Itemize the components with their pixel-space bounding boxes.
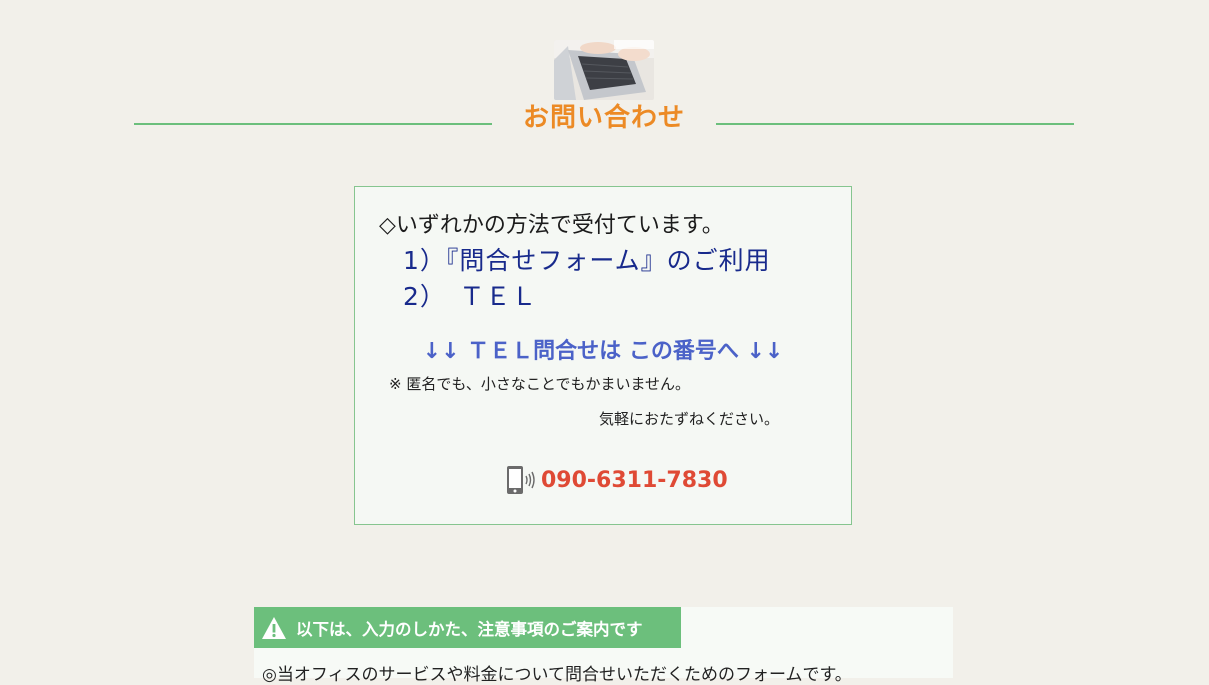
tel-heading: ↓↓ ＴＥＬ問合せは この番号へ ↓↓ <box>422 339 784 364</box>
laptop-photo <box>554 40 654 100</box>
title-rule-right <box>716 123 1074 125</box>
smartphone-icon <box>505 465 539 495</box>
warning-icon <box>261 616 287 640</box>
contact-info-box: ◇いずれかの方法で受付ています。 1）『問合せフォーム』のご利用 2） ＴＥＬ … <box>354 186 852 525</box>
title-rule-left <box>134 123 492 125</box>
form-description: ◎当オフィスのサービスや料金について問合せいただくためのフォームです。 <box>262 665 852 685</box>
form-guide-panel: 以下は、入力のしかた、注意事項のご案内です ◎当オフィスのサービスや料金について… <box>254 607 953 685</box>
notice-text: 以下は、入力のしかた、注意事項のご案内です <box>296 619 643 639</box>
phone-number-link[interactable]: 090-6311-7830 <box>541 468 728 493</box>
feel-free-note: 気軽におたずねください。 <box>599 410 780 428</box>
contact-option-form: 1）『問合せフォーム』のご利用 <box>403 246 771 275</box>
contact-option-tel: 2） ＴＥＬ <box>403 282 538 311</box>
phone-row[interactable]: 090-6311-7830 <box>505 463 728 497</box>
page-title: お問い合わせ <box>522 103 685 133</box>
notice-banner: 以下は、入力のしかた、注意事項のご案内です <box>254 607 681 648</box>
contact-intro: ◇いずれかの方法で受付ています。 <box>379 213 724 238</box>
anonymous-note: ※ 匿名でも、小さなことでもかまいません。 <box>389 375 690 393</box>
section-title-row: お問い合わせ <box>134 100 1074 148</box>
